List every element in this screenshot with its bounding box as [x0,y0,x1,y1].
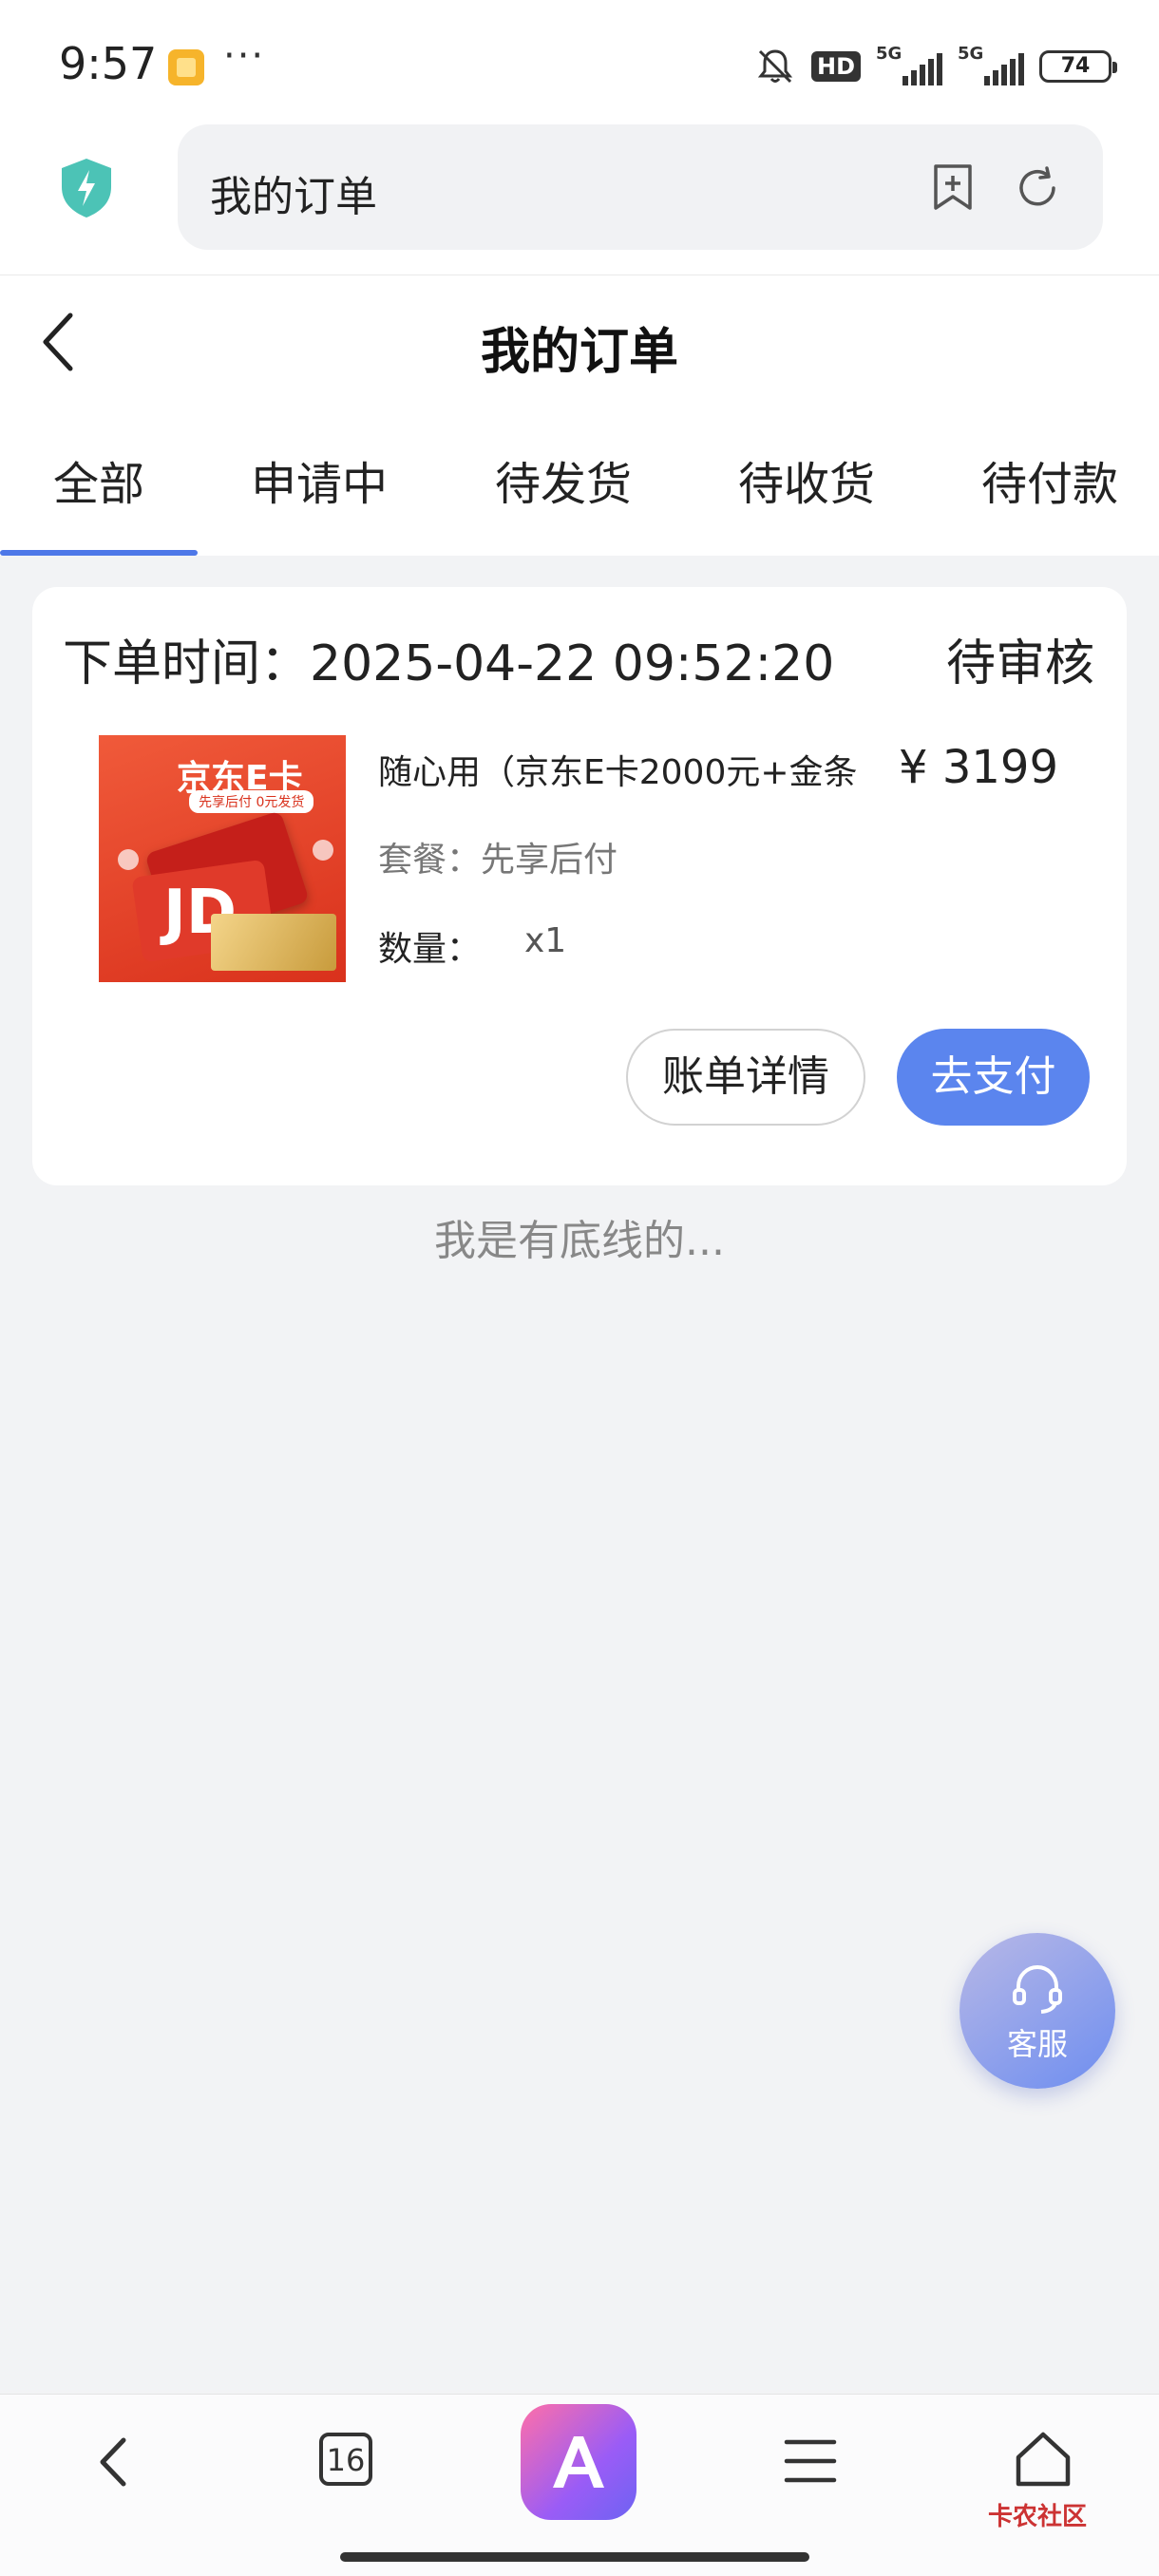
order-card[interactable]: 下单时间：2025-04-22 09:52:20 待审核 京东E卡 先享后付 0… [32,587,1127,1185]
tab-to-pay[interactable]: 待付款 [981,446,1118,513]
active-tab-indicator [0,550,198,556]
product-image-tag: 先享后付 0元发货 [189,790,314,813]
end-of-list-text: 我是有底线的... [434,1217,725,1265]
quantity-value: x1 [524,921,567,960]
browser-bottom-nav: 16 卡农社区 [0,2394,1159,2576]
tab-applying[interactable]: 申请中 [251,446,388,513]
product-image[interactable]: 京东E卡 先享后付 0元发货 JD [99,735,346,982]
headset-icon [1013,1965,1062,2014]
more-notifications-icon: ··· [223,34,266,78]
status-time: 9:57 [59,38,158,89]
gesture-home-indicator[interactable] [340,2552,809,2562]
product-price: ¥ 3199 [899,741,1058,794]
address-bar[interactable]: 我的订单 [178,124,1103,250]
address-text: 我的订单 [210,173,377,221]
page-title: 我的订单 [480,324,678,381]
tab-to-ship[interactable]: 待发货 [495,446,632,513]
bill-detail-button[interactable]: 账单详情 [626,1029,865,1126]
tabs-count-button[interactable]: 16 [319,2433,372,2486]
watermark-logo: 卡农社区 [988,2503,1088,2531]
reload-icon[interactable] [1014,164,1061,212]
ai-assistant-button[interactable] [521,2404,636,2520]
bookmark-add-icon[interactable] [928,162,978,212]
order-time: 下单时间：2025-04-22 09:52:20 [63,635,835,692]
hd-voice-badge: HD [810,51,861,82]
browser-toolbar: 我的订单 [0,123,1159,275]
page-header: 我的订单 [0,275,1159,418]
product-name[interactable]: 随心用（京东E卡2000元+金条 [378,745,910,794]
customer-service-label: 客服 [1006,2026,1068,2062]
mute-icon [754,46,796,87]
order-status: 待审核 [945,635,1094,692]
gallery-notification-icon [168,49,204,85]
battery-icon: 74 [1039,50,1117,83]
pay-button[interactable]: 去支付 [897,1029,1090,1126]
tab-all[interactable]: 全部 [53,446,144,513]
home-icon[interactable] [1013,2429,1074,2493]
nav-back-icon[interactable] [91,2431,139,2497]
network-type-2: 5G [958,44,984,64]
shield-icon[interactable] [59,157,114,219]
menu-icon[interactable] [783,2434,838,2491]
customer-service-button[interactable]: 客服 [960,1933,1115,2089]
tab-to-receive[interactable]: 待收货 [738,446,875,513]
network-type-1: 5G [876,44,902,64]
order-tabs: 全部 申请中 待发货 待收货 待付款 [0,418,1159,556]
status-icons: HD 5G 5G 74 [754,44,1117,87]
signal-icon: 5G [876,44,942,85]
status-bar: 9:57 ··· HD 5G 5G 74 [0,0,1159,123]
package-label: 套餐：先享后付 [378,841,618,880]
signal-icon: 5G [958,44,1024,85]
quantity-label: 数量： [378,930,482,969]
ai-logo-icon [553,2436,604,2488]
